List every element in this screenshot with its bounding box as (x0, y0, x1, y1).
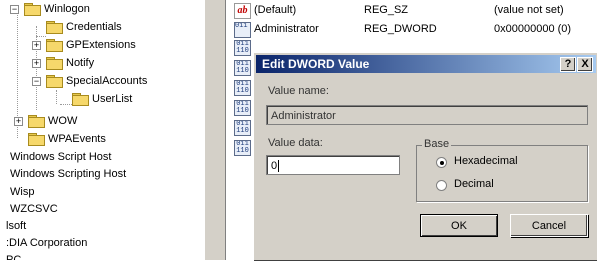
value-data-input[interactable]: 0 (266, 155, 400, 175)
tree-connector (36, 36, 46, 37)
tree-item-label: PC (6, 254, 22, 260)
tree-connector (36, 26, 37, 110)
base-label: Base (422, 138, 452, 150)
string-value-icon: ab (234, 3, 251, 19)
tree-item-label: Wisp (10, 186, 35, 198)
open-folder-icon (24, 3, 41, 16)
tree-item-label: Windows Scripting Host (10, 168, 127, 180)
value-name: (Default) (254, 4, 297, 16)
dword-value-icon: 011 110 (234, 40, 251, 56)
dword-value-icon: 011 110 (234, 100, 251, 116)
dword-value-icon: 011 110 (234, 22, 251, 38)
pane-divider (225, 0, 228, 260)
tree-item-label: GPExtensions (66, 39, 136, 51)
list-item[interactable]: ab (Default) REG_SZ (value not set) (230, 1, 597, 19)
tree-item-label: Credentials (66, 21, 122, 33)
tree-item-label: WZCSVC (10, 203, 58, 215)
value-data-text: 0 (271, 160, 278, 172)
dword-value-icon: 011 110 (234, 140, 251, 156)
value-name-label: Value name: (268, 85, 329, 97)
dword-value-icon: 011 110 (234, 80, 251, 96)
registry-tree-pane[interactable]: − Winlogon Credentials + GPExtensions + … (0, 0, 205, 260)
value-name: Administrator (254, 23, 319, 35)
tree-item-label: UserList (92, 93, 133, 105)
tree-item-label: Windows Script Host (10, 151, 112, 163)
cancel-button[interactable]: Cancel (510, 214, 588, 237)
value-data: 0x00000000 (0) (494, 23, 572, 35)
tree-item-label: Notify (66, 57, 95, 69)
hexadecimal-label[interactable]: Hexadecimal (454, 155, 518, 167)
base-groupbox (416, 145, 588, 202)
ok-button[interactable]: OK (420, 214, 498, 237)
tree-item-label: WOW (48, 115, 78, 127)
pane-splitter[interactable] (205, 0, 227, 260)
tree-item-label: SpecialAccounts (66, 75, 148, 87)
decimal-label[interactable]: Decimal (454, 178, 494, 190)
tree-connector (60, 104, 72, 105)
value-type: REG_SZ (364, 4, 409, 16)
folder-icon (46, 57, 63, 70)
help-button[interactable]: ? (560, 57, 576, 72)
radio-selected-dot (440, 161, 444, 165)
value-type: REG_DWORD (364, 23, 437, 35)
folder-icon (72, 93, 89, 106)
hexadecimal-radio[interactable] (436, 157, 447, 168)
value-name-field: Administrator (266, 105, 588, 125)
dword-value-icon: 011 110 (234, 60, 251, 76)
expand-toggle-icon[interactable]: + (14, 117, 23, 126)
tree-connector (56, 90, 57, 104)
tree-item-label: lsoft (6, 220, 27, 232)
list-item[interactable]: 011 110 Administrator REG_DWORD 0x000000… (230, 20, 597, 38)
edit-dword-dialog[interactable]: Edit DWORD Value ? X Value name: Adminis… (253, 52, 597, 262)
folder-icon (28, 133, 45, 146)
tree-item-label: WPAEvents (48, 133, 106, 145)
expand-toggle-icon[interactable]: + (32, 41, 41, 50)
dialog-title: Edit DWORD Value (262, 57, 370, 71)
tree-item-label: :DIA Corporation (6, 237, 88, 249)
expand-toggle-icon[interactable]: + (32, 59, 41, 68)
collapse-toggle-icon[interactable]: − (10, 5, 19, 14)
folder-icon (28, 115, 45, 128)
open-folder-icon (46, 75, 63, 88)
text-caret (278, 160, 280, 173)
folder-icon (46, 21, 63, 34)
dialog-titlebar[interactable]: Edit DWORD Value ? X (256, 55, 596, 73)
dword-value-icon: 011 110 (234, 120, 251, 136)
value-data: (value not set) (494, 4, 564, 16)
value-data-label: Value data: (268, 137, 323, 149)
collapse-toggle-icon[interactable]: − (32, 77, 41, 86)
decimal-radio[interactable] (436, 180, 447, 191)
tree-item-label: Winlogon (44, 3, 90, 15)
folder-icon (46, 39, 63, 52)
close-button[interactable]: X (577, 57, 593, 72)
